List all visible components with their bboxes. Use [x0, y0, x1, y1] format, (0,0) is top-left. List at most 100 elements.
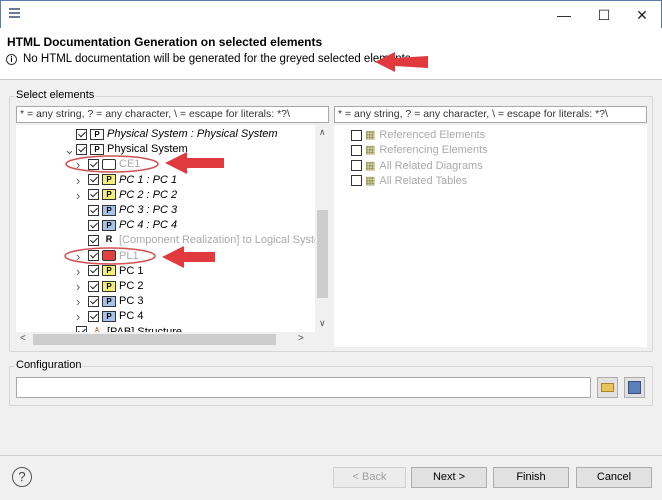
save-icon [628, 381, 641, 394]
tree-item-label: CE1 [119, 158, 141, 171]
dialog-header: HTML Documentation Generation on selecte… [0, 28, 662, 80]
page-title: HTML Documentation Generation on selecte… [7, 35, 323, 49]
tree-item-checkbox[interactable] [88, 295, 99, 307]
tree-item[interactable]: P PC 4 : PC 4 [88, 218, 177, 233]
left-filter-input[interactable]: * = any string, ? = any character, \ = e… [16, 106, 329, 123]
realization-icon: R [105, 233, 113, 244]
tree-item-checkbox[interactable] [76, 143, 87, 155]
tree-item-label: PC 1 [119, 264, 144, 277]
tree-item-label: PC 1 : PC 1 [119, 173, 178, 186]
option-label: All Related Diagrams [379, 159, 483, 172]
tree-item[interactable]: P Physical System : Physical System [76, 127, 278, 142]
option-checkbox[interactable] [351, 144, 362, 156]
folder-icon [601, 383, 614, 392]
expand-chevron-icon[interactable]: › [76, 279, 80, 294]
option-item[interactable]: ▦ Referencing Elements [351, 143, 488, 158]
expand-chevron-icon[interactable]: › [76, 309, 80, 324]
option-item[interactable]: ▦ Referenced Elements [351, 128, 485, 143]
option-label: Referencing Elements [379, 144, 488, 157]
table-icon: ▦ [365, 144, 376, 157]
tree-item-checkbox[interactable] [88, 219, 99, 231]
expand-chevron-icon[interactable]: › [76, 188, 80, 203]
tree-item-label: PC 2 : PC 2 [119, 188, 178, 201]
finish-button[interactable]: Finish [493, 467, 569, 488]
tree-item-checkbox[interactable] [88, 250, 99, 262]
options-panel: ▦ Referenced Elements ▦ Referencing Element… [334, 125, 647, 347]
back-button[interactable]: < Back [333, 467, 406, 488]
menu-icon[interactable] [9, 8, 20, 20]
title-bar: — ☐ ✕ [0, 0, 662, 28]
tree-item[interactable]: P PC 3 : PC 3 [88, 203, 177, 218]
tree-item[interactable]: › CE1 [76, 157, 141, 172]
configuration-label: Configuration [14, 359, 84, 371]
physical-component-behavior-icon: P [102, 219, 116, 231]
next-button[interactable]: Next > [411, 467, 487, 488]
tree-item[interactable]: ⌄ P Physical System [64, 142, 188, 157]
physical-component-node-icon: P [102, 280, 116, 292]
physical-component-behavior-icon: P [102, 310, 116, 322]
tree-item[interactable]: › P PC 1 [76, 264, 144, 279]
hscrollbar-thumb[interactable] [33, 334, 276, 345]
table-icon: ▦ [365, 174, 376, 187]
tree-item[interactable]: › P PC 4 [76, 309, 144, 324]
physical-link-icon [102, 250, 116, 262]
tree-item-checkbox[interactable] [88, 310, 99, 322]
configuration-input[interactable] [16, 377, 591, 398]
save-button[interactable] [624, 377, 645, 398]
physical-component-behavior-icon: P [102, 204, 116, 216]
tree-item-checkbox[interactable] [88, 265, 99, 277]
expand-chevron-icon[interactable]: › [76, 294, 80, 309]
physical-component-behavior-icon: P [102, 295, 116, 307]
maximize-button[interactable]: ☐ [589, 5, 619, 25]
option-item[interactable]: ▦ All Related Tables [351, 174, 467, 189]
tree-item-label: [Component Realization] to Logical Syste… [119, 234, 330, 247]
tree-item-checkbox[interactable] [88, 280, 99, 292]
cancel-button[interactable]: Cancel [576, 467, 652, 488]
minimize-button[interactable]: — [549, 5, 579, 25]
tree-item-checkbox[interactable] [88, 234, 99, 246]
expand-chevron-icon[interactable]: › [76, 264, 80, 279]
option-checkbox[interactable] [351, 175, 362, 187]
tree-item-label: PC 3 : PC 3 [119, 204, 178, 216]
physical-system-icon: P [90, 143, 104, 155]
option-checkbox[interactable] [351, 129, 362, 141]
tree-item-label: PC 4 : PC 4 [119, 219, 178, 232]
footer-separator [0, 455, 662, 456]
vertical-scrollbar[interactable]: ∧ ∨ [315, 125, 330, 332]
tree-item[interactable]: › P PC 2 [76, 279, 144, 294]
tree-item[interactable]: › P PC 2 : PC 2 [76, 188, 178, 203]
expand-chevron-icon[interactable]: › [76, 249, 80, 264]
option-item[interactable]: ▦ All Related Diagrams [351, 159, 483, 174]
tree-item[interactable]: › PL1 [76, 249, 139, 264]
tree-item-checkbox[interactable] [88, 204, 99, 216]
tree-item-label: PC 2 [119, 280, 144, 292]
tree-item-label: PL1 [119, 249, 139, 262]
expand-chevron-icon[interactable]: › [76, 157, 80, 172]
scrollbar-thumb[interactable] [317, 210, 328, 298]
open-folder-button[interactable] [597, 377, 618, 398]
physical-component-node-icon: P [102, 189, 116, 201]
tree-item-checkbox[interactable] [88, 189, 99, 201]
tree-item-label: Physical System [107, 143, 188, 156]
tree-item[interactable]: R [Component Realization] to Logical Syst… [88, 233, 329, 248]
tree-item-checkbox[interactable] [88, 174, 99, 186]
tree-item[interactable]: › P PC 3 [76, 294, 143, 309]
expand-chevron-icon[interactable]: › [76, 173, 80, 188]
help-button[interactable]: ? [12, 467, 32, 487]
collapse-chevron-icon[interactable]: ⌄ [64, 142, 75, 157]
tree-item[interactable]: › P PC 1 : PC 1 [76, 173, 178, 188]
info-icon: i [6, 54, 17, 65]
component-exchange-icon [102, 158, 116, 170]
table-icon: ▦ [365, 159, 376, 172]
tree-item-label: PC 4 [119, 310, 144, 323]
option-label: Referenced Elements [379, 129, 486, 141]
right-filter-input[interactable]: * = any string, ? = any character, \ = e… [334, 106, 647, 123]
tree-item-checkbox[interactable] [76, 128, 87, 140]
select-elements-label: Select elements [14, 89, 97, 101]
horizontal-scrollbar[interactable]: < > [16, 332, 330, 347]
physical-system-icon: P [90, 128, 104, 140]
option-checkbox[interactable] [351, 160, 362, 172]
element-tree[interactable]: P Physical System : Physical System ⌄ P Phys… [16, 125, 330, 347]
tree-item-checkbox[interactable] [88, 158, 99, 170]
close-button[interactable]: ✕ [627, 5, 657, 25]
